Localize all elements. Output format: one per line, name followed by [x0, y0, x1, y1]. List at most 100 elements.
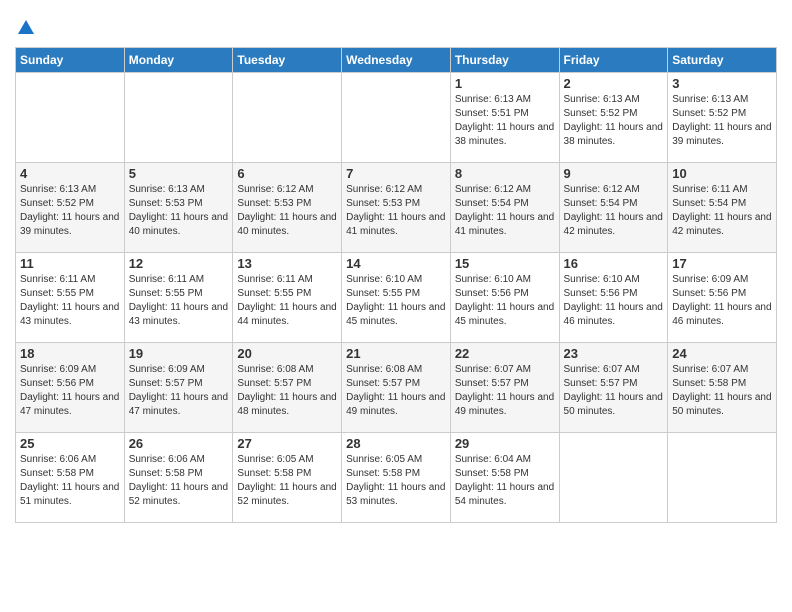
- logo: [15, 18, 35, 41]
- calendar-cell: [342, 73, 451, 163]
- day-number: 11: [20, 256, 120, 271]
- day-header-wednesday: Wednesday: [342, 48, 451, 73]
- day-header-sunday: Sunday: [16, 48, 125, 73]
- calendar-cell: 18 Sunrise: 6:09 AM Sunset: 5:56 PM Dayli…: [16, 343, 125, 433]
- day-number: 3: [672, 76, 772, 91]
- day-number: 10: [672, 166, 772, 181]
- day-info: Sunrise: 6:11 AM Sunset: 5:55 PM Dayligh…: [237, 273, 337, 329]
- day-number: 14: [346, 256, 446, 271]
- day-number: 16: [564, 256, 664, 271]
- calendar-cell: 3 Sunrise: 6:13 AM Sunset: 5:52 PM Daylig…: [668, 73, 777, 163]
- day-number: 24: [672, 346, 772, 361]
- calendar-cell: 17 Sunrise: 6:09 AM Sunset: 5:56 PM Dayli…: [668, 253, 777, 343]
- day-header-monday: Monday: [124, 48, 233, 73]
- day-info: Sunrise: 6:12 AM Sunset: 5:53 PM Dayligh…: [237, 183, 337, 239]
- day-info: Sunrise: 6:10 AM Sunset: 5:56 PM Dayligh…: [455, 273, 555, 329]
- day-number: 6: [237, 166, 337, 181]
- calendar-cell: 6 Sunrise: 6:12 AM Sunset: 5:53 PM Daylig…: [233, 163, 342, 253]
- day-info: Sunrise: 6:12 AM Sunset: 5:54 PM Dayligh…: [455, 183, 555, 239]
- day-number: 29: [455, 436, 555, 451]
- calendar-cell: [668, 433, 777, 523]
- day-number: 20: [237, 346, 337, 361]
- calendar-cell: 24Sunrise: 6:07 AM Sunset: 5:58 PM Dayli…: [668, 343, 777, 433]
- calendar-cell: 22 Sunrise: 6:07 AM Sunset: 5:57 PM Dayli…: [450, 343, 559, 433]
- calendar-cell: 9 Sunrise: 6:12 AM Sunset: 5:54 PM Daylig…: [559, 163, 668, 253]
- calendar-cell: 16Sunrise: 6:10 AM Sunset: 5:56 PM Dayli…: [559, 253, 668, 343]
- day-info: Sunrise: 6:05 AM Sunset: 5:58 PM Dayligh…: [237, 453, 337, 509]
- day-header-thursday: Thursday: [450, 48, 559, 73]
- calendar-cell: [16, 73, 125, 163]
- day-info: Sunrise: 6:07 AM Sunset: 5:57 PM Dayligh…: [455, 363, 555, 419]
- calendar-cell: 20 Sunrise: 6:08 AM Sunset: 5:57 PM Dayli…: [233, 343, 342, 433]
- day-info: Sunrise: 6:11 AM Sunset: 5:55 PM Dayligh…: [129, 273, 229, 329]
- day-info: Sunrise: 6:05 AM Sunset: 5:58 PM Dayligh…: [346, 453, 446, 509]
- day-info: Sunrise: 6:12 AM Sunset: 5:54 PM Dayligh…: [564, 183, 664, 239]
- day-info: Sunrise: 6:13 AM Sunset: 5:52 PM Dayligh…: [672, 93, 772, 149]
- calendar-cell: 11Sunrise: 6:11 AM Sunset: 5:55 PM Dayli…: [16, 253, 125, 343]
- day-info: Sunrise: 6:13 AM Sunset: 5:52 PM Dayligh…: [20, 183, 120, 239]
- calendar-cell: 8 Sunrise: 6:12 AM Sunset: 5:54 PM Daylig…: [450, 163, 559, 253]
- calendar-table: SundayMondayTuesdayWednesdayThursdayFrid…: [15, 47, 777, 523]
- day-info: Sunrise: 6:09 AM Sunset: 5:56 PM Dayligh…: [20, 363, 120, 419]
- week-row-1: 1 Sunrise: 6:13 AM Sunset: 5:51 PM Daylig…: [16, 73, 777, 163]
- calendar-cell: 15 Sunrise: 6:10 AM Sunset: 5:56 PM Dayli…: [450, 253, 559, 343]
- calendar-cell: 12 Sunrise: 6:11 AM Sunset: 5:55 PM Dayli…: [124, 253, 233, 343]
- week-row-2: 4 Sunrise: 6:13 AM Sunset: 5:52 PM Daylig…: [16, 163, 777, 253]
- logo-triangle-icon: [17, 18, 35, 36]
- calendar-cell: 19 Sunrise: 6:09 AM Sunset: 5:57 PM Dayli…: [124, 343, 233, 433]
- day-info: Sunrise: 6:13 AM Sunset: 5:52 PM Dayligh…: [564, 93, 664, 149]
- week-row-4: 18 Sunrise: 6:09 AM Sunset: 5:56 PM Dayli…: [16, 343, 777, 433]
- calendar-cell: 2 Sunrise: 6:13 AM Sunset: 5:52 PM Daylig…: [559, 73, 668, 163]
- calendar-cell: [559, 433, 668, 523]
- week-row-3: 11 Sunrise: 6:11 AM Sunset: 5:55 PM Dayli…: [16, 253, 777, 343]
- day-number: 2: [564, 76, 664, 91]
- day-number: 21: [346, 346, 446, 361]
- day-info: Sunrise: 6:13 AM Sunset: 5:53 PM Dayligh…: [129, 183, 229, 239]
- day-info: Sunrise: 6:08 AM Sunset: 5:57 PM Dayligh…: [346, 363, 446, 419]
- day-number: 22: [455, 346, 555, 361]
- day-info: Sunrise: 6:09 AM Sunset: 5:57 PM Dayligh…: [129, 363, 229, 419]
- calendar-cell: [124, 73, 233, 163]
- calendar-cell: 27 Sunrise: 6:05 AM Sunset: 5:58 PM Dayli…: [233, 433, 342, 523]
- day-number: 17: [672, 256, 772, 271]
- day-number: 23: [564, 346, 664, 361]
- day-info: Sunrise: 6:07 AM Sunset: 5:57 PM Dayligh…: [564, 363, 664, 419]
- calendar-cell: 14 Sunrise: 6:10 AM Sunset: 5:55 PM Dayli…: [342, 253, 451, 343]
- calendar-cell: 23 Sunrise: 6:07 AM Sunset: 5:57 PM Dayli…: [559, 343, 668, 433]
- day-info: Sunrise: 6:09 AM Sunset: 5:56 PM Dayligh…: [672, 273, 772, 329]
- day-number: 13: [237, 256, 337, 271]
- day-number: 7: [346, 166, 446, 181]
- day-info: Sunrise: 6:10 AM Sunset: 5:55 PM Dayligh…: [346, 273, 446, 329]
- day-number: 12: [129, 256, 229, 271]
- calendar-cell: [233, 73, 342, 163]
- calendar-cell: 7 Sunrise: 6:12 AM Sunset: 5:53 PM Daylig…: [342, 163, 451, 253]
- calendar-cell: 1 Sunrise: 6:13 AM Sunset: 5:51 PM Daylig…: [450, 73, 559, 163]
- day-info: Sunrise: 6:06 AM Sunset: 5:58 PM Dayligh…: [129, 453, 229, 509]
- day-number: 15: [455, 256, 555, 271]
- day-number: 8: [455, 166, 555, 181]
- day-header-tuesday: Tuesday: [233, 48, 342, 73]
- day-info: Sunrise: 6:12 AM Sunset: 5:53 PM Dayligh…: [346, 183, 446, 239]
- day-header-friday: Friday: [559, 48, 668, 73]
- day-header-row: SundayMondayTuesdayWednesdayThursdayFrid…: [16, 48, 777, 73]
- day-number: 19: [129, 346, 229, 361]
- week-row-5: 25 Sunrise: 6:06 AM Sunset: 5:58 PM Dayli…: [16, 433, 777, 523]
- day-info: Sunrise: 6:08 AM Sunset: 5:57 PM Dayligh…: [237, 363, 337, 419]
- day-number: 28: [346, 436, 446, 451]
- calendar-cell: 5 Sunrise: 6:13 AM Sunset: 5:53 PM Daylig…: [124, 163, 233, 253]
- day-number: 1: [455, 76, 555, 91]
- day-number: 25: [20, 436, 120, 451]
- calendar-cell: 25 Sunrise: 6:06 AM Sunset: 5:58 PM Dayli…: [16, 433, 125, 523]
- calendar-cell: 28 Sunrise: 6:05 AM Sunset: 5:58 PM Dayli…: [342, 433, 451, 523]
- calendar-cell: 21 Sunrise: 6:08 AM Sunset: 5:57 PM Dayli…: [342, 343, 451, 433]
- header: [15, 10, 777, 41]
- day-info: Sunrise: 6:13 AM Sunset: 5:51 PM Dayligh…: [455, 93, 555, 149]
- day-info: Sunrise: 6:11 AM Sunset: 5:54 PM Dayligh…: [672, 183, 772, 239]
- day-number: 18: [20, 346, 120, 361]
- day-info: Sunrise: 6:06 AM Sunset: 5:58 PM Dayligh…: [20, 453, 120, 509]
- calendar-cell: 13 Sunrise: 6:11 AM Sunset: 5:55 PM Dayli…: [233, 253, 342, 343]
- day-number: 5: [129, 166, 229, 181]
- day-number: 27: [237, 436, 337, 451]
- day-number: 4: [20, 166, 120, 181]
- day-number: 9: [564, 166, 664, 181]
